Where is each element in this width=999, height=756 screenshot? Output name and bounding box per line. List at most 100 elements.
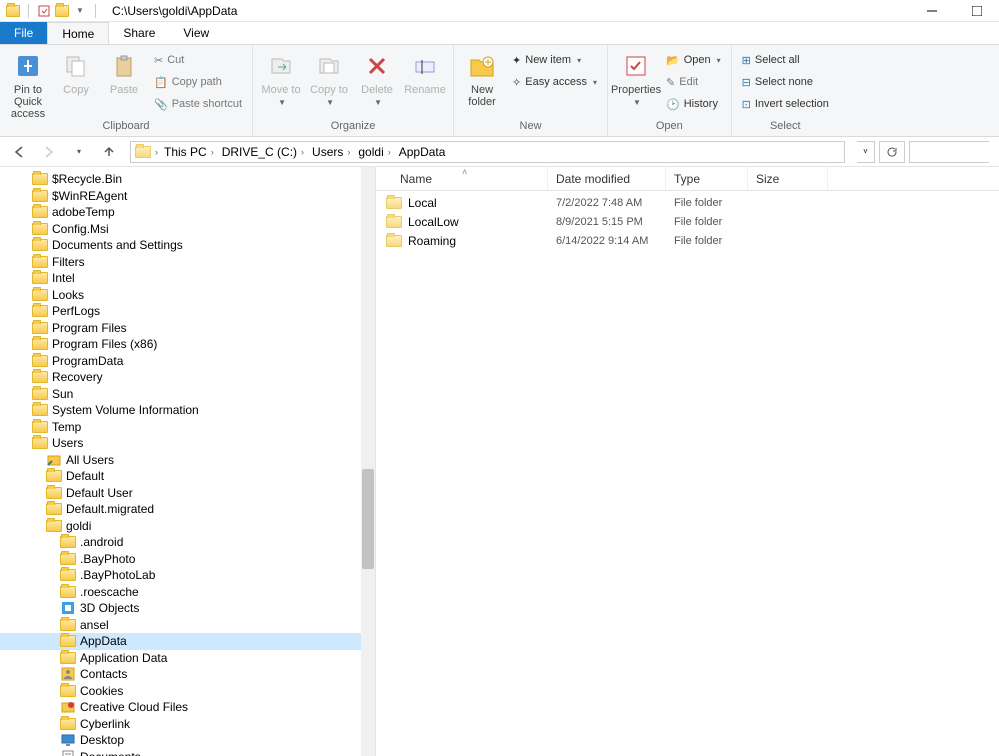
tab-file[interactable]: File bbox=[0, 22, 47, 44]
tree-item[interactable]: goldi bbox=[0, 518, 375, 535]
tree-item-label: Program Files (x86) bbox=[52, 337, 157, 351]
select-all-icon: ⊞ bbox=[742, 54, 751, 67]
paste-button[interactable]: Paste bbox=[102, 48, 146, 96]
qat-newfolder-icon[interactable] bbox=[55, 4, 69, 18]
crumb-goldi[interactable]: goldi› bbox=[356, 145, 392, 159]
tree-item[interactable]: .android bbox=[0, 534, 375, 551]
tree-item[interactable]: ansel bbox=[0, 617, 375, 634]
minimize-button[interactable] bbox=[909, 0, 954, 22]
nav-forward-button[interactable] bbox=[40, 143, 58, 161]
new-item-button[interactable]: ✦New item▾ bbox=[508, 50, 601, 70]
tree-item[interactable]: Cookies bbox=[0, 683, 375, 700]
tree-item[interactable]: Desktop bbox=[0, 732, 375, 749]
tree-item[interactable]: Filters bbox=[0, 254, 375, 271]
tree-item[interactable]: All Users bbox=[0, 452, 375, 469]
tree-item[interactable]: ProgramData bbox=[0, 353, 375, 370]
delete-button[interactable]: Delete▼ bbox=[355, 48, 399, 107]
folder-icon bbox=[32, 435, 48, 451]
tree-item[interactable]: adobeTemp bbox=[0, 204, 375, 221]
folder-icon bbox=[32, 188, 48, 204]
paste-shortcut-button[interactable]: 📎Paste shortcut bbox=[150, 94, 246, 114]
tree-item[interactable]: $WinREAgent bbox=[0, 188, 375, 205]
file-row[interactable]: LocalLow8/9/2021 5:15 PMFile folder bbox=[376, 212, 999, 231]
maximize-button[interactable] bbox=[954, 0, 999, 22]
pin-quick-access-button[interactable]: Pin to Quick access bbox=[6, 48, 50, 120]
qat-properties-icon[interactable] bbox=[37, 4, 51, 18]
tree-item[interactable]: 3D Objects bbox=[0, 600, 375, 617]
tab-view[interactable]: View bbox=[169, 22, 223, 44]
edit-button[interactable]: ✎Edit bbox=[662, 72, 725, 92]
tree-item[interactable]: Program Files bbox=[0, 320, 375, 337]
tree-item[interactable]: Config.Msi bbox=[0, 221, 375, 238]
copy-to-button[interactable]: Copy to▼ bbox=[307, 48, 351, 107]
tree-item-label: $WinREAgent bbox=[52, 189, 127, 203]
tree-item-label: Recovery bbox=[52, 370, 103, 384]
tree-item[interactable]: AppData bbox=[0, 633, 375, 650]
tree-scrollbar-thumb[interactable] bbox=[362, 469, 374, 569]
open-button[interactable]: 📂Open▾ bbox=[662, 50, 725, 70]
address-dropdown[interactable]: ˅ bbox=[857, 141, 875, 163]
tree-item[interactable]: Documents and Settings bbox=[0, 237, 375, 254]
folder-icon bbox=[46, 485, 62, 501]
nav-recent-button[interactable]: ▾ bbox=[70, 143, 88, 161]
move-to-button[interactable]: Move to▼ bbox=[259, 48, 303, 107]
tree-item[interactable]: Default.migrated bbox=[0, 501, 375, 518]
tree-item[interactable]: .roescache bbox=[0, 584, 375, 601]
tree-item[interactable]: Looks bbox=[0, 287, 375, 304]
folder-icon bbox=[6, 4, 20, 18]
tree-item[interactable]: Intel bbox=[0, 270, 375, 287]
tree-item[interactable]: System Volume Information bbox=[0, 402, 375, 419]
select-none-button[interactable]: ⊟Select none bbox=[738, 72, 833, 92]
tree-item-label: Program Files bbox=[52, 321, 127, 335]
tree-item[interactable]: $Recycle.Bin bbox=[0, 171, 375, 188]
tree-item[interactable]: Program Files (x86) bbox=[0, 336, 375, 353]
crumb-drive[interactable]: DRIVE_C (C:)› bbox=[220, 145, 306, 159]
crumb-thispc[interactable]: This PC› bbox=[162, 145, 216, 159]
history-button[interactable]: 🕑History bbox=[662, 94, 725, 114]
cut-button[interactable]: ✂Cut bbox=[150, 50, 246, 70]
tree-item[interactable]: Sun bbox=[0, 386, 375, 403]
crumb-appdata[interactable]: AppData bbox=[397, 145, 448, 159]
tab-share[interactable]: Share bbox=[109, 22, 169, 44]
easy-access-button[interactable]: ✧Easy access▾ bbox=[508, 72, 601, 92]
tree-item[interactable]: Temp bbox=[0, 419, 375, 436]
tree-item[interactable]: Application Data bbox=[0, 650, 375, 667]
col-header-size[interactable]: Size bbox=[748, 167, 828, 190]
tree-item[interactable]: Default bbox=[0, 468, 375, 485]
navbar: ▾ › This PC› DRIVE_C (C:)› Users› goldi›… bbox=[0, 137, 999, 167]
tree-item[interactable]: .BayPhoto bbox=[0, 551, 375, 568]
select-all-button[interactable]: ⊞Select all bbox=[738, 50, 833, 70]
crumb-users[interactable]: Users› bbox=[310, 145, 352, 159]
new-folder-button[interactable]: New folder bbox=[460, 48, 504, 108]
file-row[interactable]: Roaming6/14/2022 9:14 AMFile folder bbox=[376, 231, 999, 250]
refresh-button[interactable] bbox=[879, 141, 905, 163]
tree-item[interactable]: Creative Cloud Files bbox=[0, 699, 375, 716]
tree-item[interactable]: Documents bbox=[0, 749, 375, 756]
tree-item[interactable]: .BayPhotoLab bbox=[0, 567, 375, 584]
col-header-date[interactable]: Date modified bbox=[548, 167, 666, 190]
rename-button[interactable]: Rename bbox=[403, 48, 447, 96]
qat-dropdown-icon[interactable]: ▼ bbox=[73, 4, 87, 18]
tree-item[interactable]: Contacts bbox=[0, 666, 375, 683]
tree-item[interactable]: Default User bbox=[0, 485, 375, 502]
nav-back-button[interactable] bbox=[10, 143, 28, 161]
nav-up-button[interactable] bbox=[100, 143, 118, 161]
tree-item[interactable]: Users bbox=[0, 435, 375, 452]
col-header-type[interactable]: Type bbox=[666, 167, 748, 190]
tree-item[interactable]: Recovery bbox=[0, 369, 375, 386]
file-list[interactable]: Local7/2/2022 7:48 AMFile folderLocalLow… bbox=[376, 191, 999, 250]
folder-icon bbox=[46, 468, 62, 484]
search-input[interactable] bbox=[909, 141, 989, 163]
file-row[interactable]: Local7/2/2022 7:48 AMFile folder bbox=[376, 193, 999, 212]
invert-selection-button[interactable]: ⊡Invert selection bbox=[738, 94, 833, 114]
tree-item[interactable]: Cyberlink bbox=[0, 716, 375, 733]
copy-button[interactable]: Copy bbox=[54, 48, 98, 96]
copy-path-button[interactable]: 📋Copy path bbox=[150, 72, 246, 92]
nav-tree[interactable]: $Recycle.Bin$WinREAgentadobeTempConfig.M… bbox=[0, 167, 376, 756]
tab-home[interactable]: Home bbox=[47, 22, 109, 44]
tree-item[interactable]: PerfLogs bbox=[0, 303, 375, 320]
tree-scrollbar-track[interactable] bbox=[361, 167, 375, 756]
address-bar[interactable]: › This PC› DRIVE_C (C:)› Users› goldi› A… bbox=[130, 141, 845, 163]
folder-icon bbox=[60, 551, 76, 567]
properties-button[interactable]: Properties▼ bbox=[614, 48, 658, 107]
